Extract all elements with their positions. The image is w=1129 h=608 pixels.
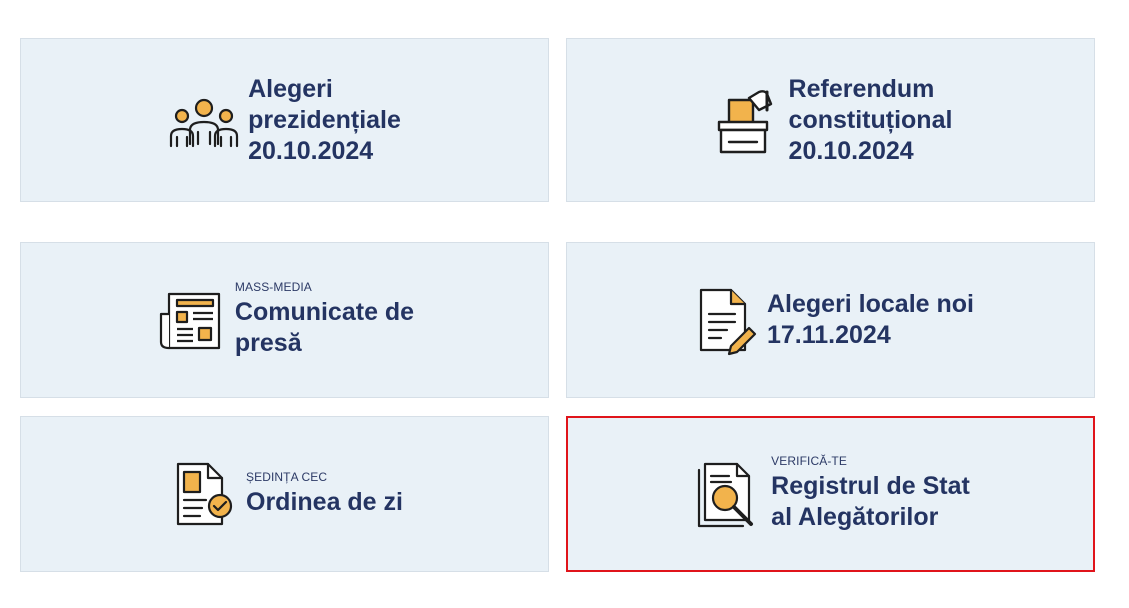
card-title: Comunicate de presă bbox=[234, 298, 415, 357]
card-title: Referendum constituțional 20.10.2024 bbox=[788, 74, 953, 165]
document-search-icon bbox=[691, 458, 763, 530]
card-kicker: ȘEDINȚA CEC bbox=[246, 469, 328, 484]
card-title: Ordinea de zi bbox=[246, 487, 403, 516]
card-kicker: MASS-MEDIA bbox=[234, 280, 312, 294]
card-title: Alegeri locale noi 17.11.2024 bbox=[766, 290, 974, 349]
document-edit-icon bbox=[687, 284, 759, 356]
card-constitutional-referendum[interactable]: Referendum constituțional 20.10.2024 bbox=[566, 38, 1095, 202]
card-press-releases[interactable]: MASS-MEDIA Comunicate de presă bbox=[20, 242, 549, 398]
card-agenda[interactable]: ȘEDINȚA CEC Ordinea de zi bbox=[20, 416, 549, 572]
people-group-icon bbox=[168, 84, 240, 156]
document-check-icon bbox=[166, 458, 238, 530]
card-title: Alegeri prezidențiale 20.10.2024 bbox=[248, 74, 401, 165]
card-title: Registrul de Stat al Alegătorilor bbox=[771, 472, 970, 531]
ballot-box-icon bbox=[709, 84, 781, 156]
newspaper-icon bbox=[155, 284, 227, 356]
card-presidential-elections[interactable]: Alegeri prezidențiale 20.10.2024 bbox=[20, 38, 549, 202]
card-new-local-elections[interactable]: Alegeri locale noi 17.11.2024 bbox=[566, 242, 1095, 398]
card-kicker: VERIFICĂ-TE bbox=[771, 454, 847, 468]
card-voters-register[interactable]: VERIFICĂ-TE Registrul de Stat al Alegăto… bbox=[566, 416, 1095, 572]
